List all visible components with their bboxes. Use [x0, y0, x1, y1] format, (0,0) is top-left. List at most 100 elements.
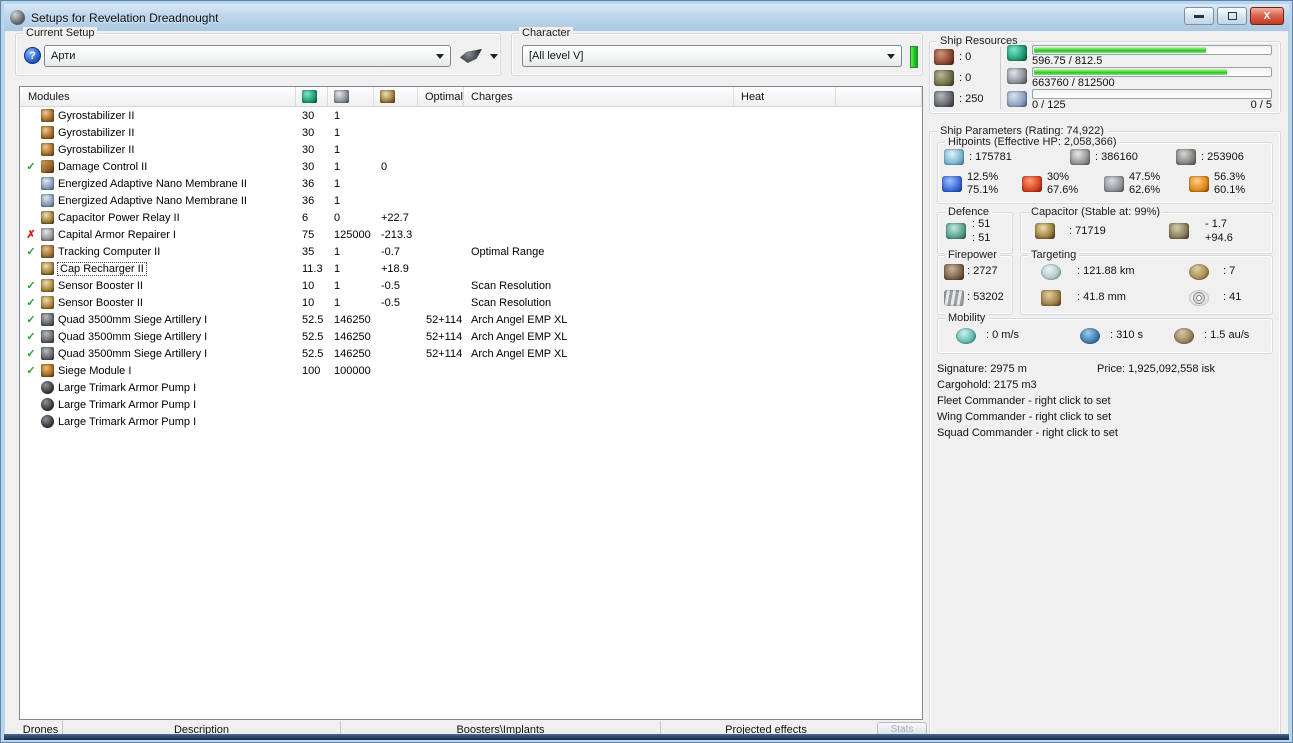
module-name: Quad 3500mm Siege Artillery I — [58, 330, 208, 343]
module-optimal — [418, 192, 464, 209]
module-optimal — [418, 141, 464, 158]
fleet-commander-text[interactable]: Fleet Commander - right click to set — [937, 395, 1111, 407]
module-name-cell: Large Trimark Armor Pump I — [20, 379, 296, 396]
armor-pump-icon — [41, 415, 54, 428]
module-charge: Scan Resolution — [471, 279, 552, 292]
ship-export-button[interactable] — [460, 45, 506, 67]
module-name: Sensor Booster II — [58, 279, 143, 292]
hitpoints-label: Hitpoints (Effective HP: 2,058,366) — [945, 136, 1120, 148]
fitted-check-icon: ✓ — [26, 297, 36, 309]
max-targets-value: : 7 — [1223, 265, 1236, 277]
maximize-icon — [1227, 12, 1237, 20]
column-header-cpu[interactable] — [296, 87, 328, 106]
armor-pump-icon — [41, 381, 54, 394]
defence-shield-icon — [946, 223, 966, 239]
module-powergrid: 0 — [334, 211, 341, 224]
module-name: Large Trimark Armor Pump I — [58, 415, 197, 428]
minimize-button[interactable] — [1184, 7, 1214, 25]
column-header-capacitor[interactable] — [374, 87, 418, 106]
tracking-computer-icon — [41, 245, 54, 258]
hitpoints-groupbox: Hitpoints (Effective HP: 2,058,366) : 17… — [937, 136, 1273, 204]
column-header-optimal[interactable]: Optimal — [418, 87, 464, 106]
module-row[interactable]: Energized Adaptive Nano Membrane II 36 1 — [20, 175, 922, 192]
module-row[interactable]: Large Trimark Armor Pump I — [20, 379, 922, 396]
module-name-cell: Cap Recharger II — [20, 260, 296, 277]
wing-commander-text[interactable]: Wing Commander - right click to set — [937, 411, 1111, 423]
module-name: Quad 3500mm Siege Artillery I — [58, 347, 208, 360]
module-capacitor: +22.7 — [381, 211, 409, 224]
modules-header-row: Modules Optimal Charges Heat — [20, 87, 922, 107]
module-heat — [734, 328, 836, 345]
module-heat — [734, 209, 836, 226]
module-heat — [734, 260, 836, 277]
module-extra — [836, 328, 922, 345]
module-row[interactable]: ✓ Damage Control II 30 1 0 — [20, 158, 922, 175]
module-extra — [836, 396, 922, 413]
module-capacitor — [374, 345, 418, 362]
module-row[interactable]: Cap Recharger II 11.3 1 +18.9 — [20, 260, 922, 277]
signature-radius-value: : 41.8 mm — [1077, 291, 1126, 303]
module-heat — [734, 362, 836, 379]
module-extra — [836, 209, 922, 226]
gyrostabilizer-icon — [41, 109, 54, 122]
module-row[interactable]: ✓ Tracking Computer II 35 1 -0.7 Optimal Rang… — [20, 243, 922, 260]
targeting-label: Targeting — [1028, 249, 1080, 261]
module-extra — [836, 192, 922, 209]
module-cpu: 52.5 — [302, 330, 324, 343]
module-charge — [464, 192, 734, 209]
module-row[interactable]: ✓ Quad 3500mm Siege Artillery I 52.5 146250… — [20, 328, 922, 345]
module-name: Large Trimark Armor Pump I — [58, 398, 197, 411]
sensor-booster-icon — [41, 296, 54, 309]
module-powergrid: 1 — [334, 143, 341, 156]
character-groupbox: Character [All level V] — [511, 27, 923, 76]
module-row[interactable]: ✓ Sensor Booster II 10 1 -0.5 Scan Resolution — [20, 277, 922, 294]
module-row[interactable]: ✓ Quad 3500mm Siege Artillery I 52.5 146250… — [20, 345, 922, 362]
fitted-check-icon: ✓ — [26, 246, 36, 258]
module-capacitor — [374, 192, 418, 209]
capacitor-icon — [1035, 223, 1055, 239]
module-cpu: 35 — [302, 245, 315, 258]
module-row[interactable]: Large Trimark Armor Pump I — [20, 413, 922, 430]
setup-combobox[interactable]: Арти — [44, 45, 451, 67]
thermal-resist-armor: 67.6% — [1047, 184, 1079, 196]
help-button[interactable]: ? — [24, 47, 41, 64]
module-row[interactable]: ✗ Capital Armor Repairer I 75 125000 -213.3 — [20, 226, 922, 243]
squad-commander-text[interactable]: Squad Commander - right click to set — [937, 427, 1118, 439]
module-charge: Arch Angel EMP XL — [471, 347, 568, 360]
dronebay-usage-text: 0 / 125 — [1032, 99, 1066, 111]
column-header-blank — [836, 87, 922, 106]
module-row[interactable]: Large Trimark Armor Pump I — [20, 396, 922, 413]
module-row[interactable]: ✓ Quad 3500mm Siege Artillery I 52.5 146250… — [20, 311, 922, 328]
module-name: Cap Recharger II — [57, 261, 147, 276]
column-header-charges[interactable]: Charges — [464, 87, 734, 106]
module-capacitor: -0.7 — [381, 245, 400, 258]
module-row[interactable]: ✓ Siege Module I 100 100000 — [20, 362, 922, 379]
module-row[interactable]: Energized Adaptive Nano Membrane II 36 1 — [20, 192, 922, 209]
column-header-modules[interactable]: Modules — [20, 87, 296, 106]
module-name-cell: ✓ Quad 3500mm Siege Artillery I — [20, 345, 296, 362]
module-row[interactable]: Gyrostabilizer II 30 1 — [20, 141, 922, 158]
character-combobox[interactable]: [All level V] — [522, 45, 902, 67]
column-header-heat[interactable]: Heat — [734, 87, 836, 106]
module-row[interactable]: ✓ Sensor Booster II 10 1 -0.5 Scan Resolution — [20, 294, 922, 311]
module-charge — [464, 107, 734, 124]
module-row[interactable]: Gyrostabilizer II 30 1 — [20, 107, 922, 124]
module-powergrid: 1 — [334, 126, 341, 139]
armor-pump-icon — [41, 398, 54, 411]
launcher-slots-icon — [934, 69, 954, 86]
module-powergrid: 100000 — [334, 364, 371, 377]
close-button[interactable]: X — [1250, 7, 1284, 25]
module-optimal — [418, 294, 464, 311]
module-extra — [836, 311, 922, 328]
module-row[interactable]: Capacitor Power Relay II 6 0 +22.7 — [20, 209, 922, 226]
divider — [1000, 47, 1001, 109]
module-charge — [464, 158, 734, 175]
module-capacitor: -213.3 — [381, 228, 413, 241]
module-row[interactable]: Gyrostabilizer II 30 1 — [20, 124, 922, 141]
column-header-powergrid[interactable] — [328, 87, 374, 106]
thermal-resist-icon — [1022, 176, 1042, 192]
calibration-value: : 250 — [959, 92, 984, 105]
fitted-check-icon: ✓ — [26, 314, 36, 326]
maximize-button[interactable] — [1217, 7, 1247, 25]
module-cpu — [296, 379, 328, 396]
